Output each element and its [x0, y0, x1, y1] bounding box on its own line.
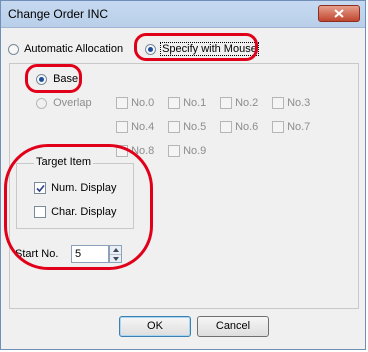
overlap-no0-label: No.0 — [131, 97, 155, 109]
base-option[interactable]: Base — [36, 73, 78, 85]
overlap-no6-label: No.6 — [235, 121, 259, 133]
overlap-item-no1[interactable]: No.1 — [168, 97, 207, 110]
start-no-spinner[interactable] — [109, 245, 122, 263]
overlap-no8-checkbox[interactable] — [116, 145, 128, 158]
overlap-no4-checkbox[interactable] — [116, 121, 128, 134]
spin-down-button[interactable] — [110, 255, 121, 263]
char-display-checkbox[interactable] — [34, 206, 46, 219]
overlap-item-no8[interactable]: No.8 — [116, 145, 155, 158]
specify-with-mouse-label: Specify with Mouse — [160, 42, 259, 56]
target-item-group-box — [16, 163, 134, 229]
base-label: Base — [53, 73, 79, 85]
overlap-item-no9[interactable]: No.9 — [168, 145, 207, 158]
automatic-allocation-label: Automatic Allocation — [24, 43, 124, 55]
spin-up-button[interactable] — [110, 246, 121, 255]
overlap-no5-label: No.5 — [183, 121, 207, 133]
overlap-item-no5[interactable]: No.5 — [168, 121, 207, 134]
overlap-no3-checkbox[interactable] — [272, 97, 284, 110]
overlap-no9-checkbox[interactable] — [168, 145, 180, 158]
overlap-no7-checkbox[interactable] — [272, 121, 284, 134]
close-icon — [334, 9, 344, 18]
overlap-no6-checkbox[interactable] — [220, 121, 232, 134]
automatic-allocation-option[interactable]: Automatic Allocation — [8, 43, 123, 55]
spin-down-icon — [113, 257, 119, 261]
overlap-label: Overlap — [53, 97, 92, 109]
overlap-item-no3[interactable]: No.3 — [272, 97, 311, 110]
base-radio[interactable] — [36, 73, 47, 85]
target-item-group-label: Target Item — [34, 156, 94, 168]
num-display-option[interactable]: Num. Display — [34, 182, 117, 195]
cancel-button[interactable]: Cancel — [197, 316, 269, 337]
overlap-item-no2[interactable]: No.2 — [220, 97, 259, 110]
overlap-no1-label: No.1 — [183, 97, 207, 109]
overlap-no2-checkbox[interactable] — [220, 97, 232, 110]
specify-with-mouse-radio[interactable] — [145, 43, 156, 55]
ok-button[interactable]: OK — [119, 316, 191, 337]
num-display-label: Num. Display — [51, 182, 117, 194]
specify-with-mouse-option[interactable]: Specify with Mouse — [145, 42, 259, 56]
overlap-no5-checkbox[interactable] — [168, 121, 180, 134]
overlap-no7-label: No.7 — [287, 121, 311, 133]
start-no-input[interactable]: 5 — [71, 245, 109, 263]
overlap-no2-label: No.2 — [235, 97, 259, 109]
title-bar[interactable]: Change Order INC — [1, 1, 365, 28]
overlap-option[interactable]: Overlap — [36, 97, 92, 109]
spin-up-icon — [113, 248, 119, 252]
overlap-item-no0[interactable]: No.0 — [116, 97, 155, 110]
close-button[interactable] — [318, 5, 360, 22]
overlap-no3-label: No.3 — [287, 97, 311, 109]
char-display-label: Char. Display — [51, 206, 117, 218]
change-order-dialog: Change Order INC Automatic Allocation Sp… — [0, 0, 366, 350]
overlap-radio[interactable] — [36, 97, 47, 109]
checkmark-icon — [36, 185, 45, 193]
window-title: Change Order INC — [8, 7, 109, 21]
start-no-label: Start No. — [15, 248, 59, 260]
overlap-no1-checkbox[interactable] — [168, 97, 180, 110]
char-display-option[interactable]: Char. Display — [34, 206, 117, 219]
overlap-no4-label: No.4 — [131, 121, 155, 133]
automatic-allocation-radio[interactable] — [8, 43, 19, 55]
overlap-item-no6[interactable]: No.6 — [220, 121, 259, 134]
num-display-checkbox[interactable] — [34, 182, 46, 195]
overlap-no0-checkbox[interactable] — [116, 97, 128, 110]
overlap-item-no7[interactable]: No.7 — [272, 121, 311, 134]
overlap-no8-label: No.8 — [131, 145, 155, 157]
overlap-no9-label: No.9 — [183, 145, 207, 157]
overlap-item-no4[interactable]: No.4 — [116, 121, 155, 134]
